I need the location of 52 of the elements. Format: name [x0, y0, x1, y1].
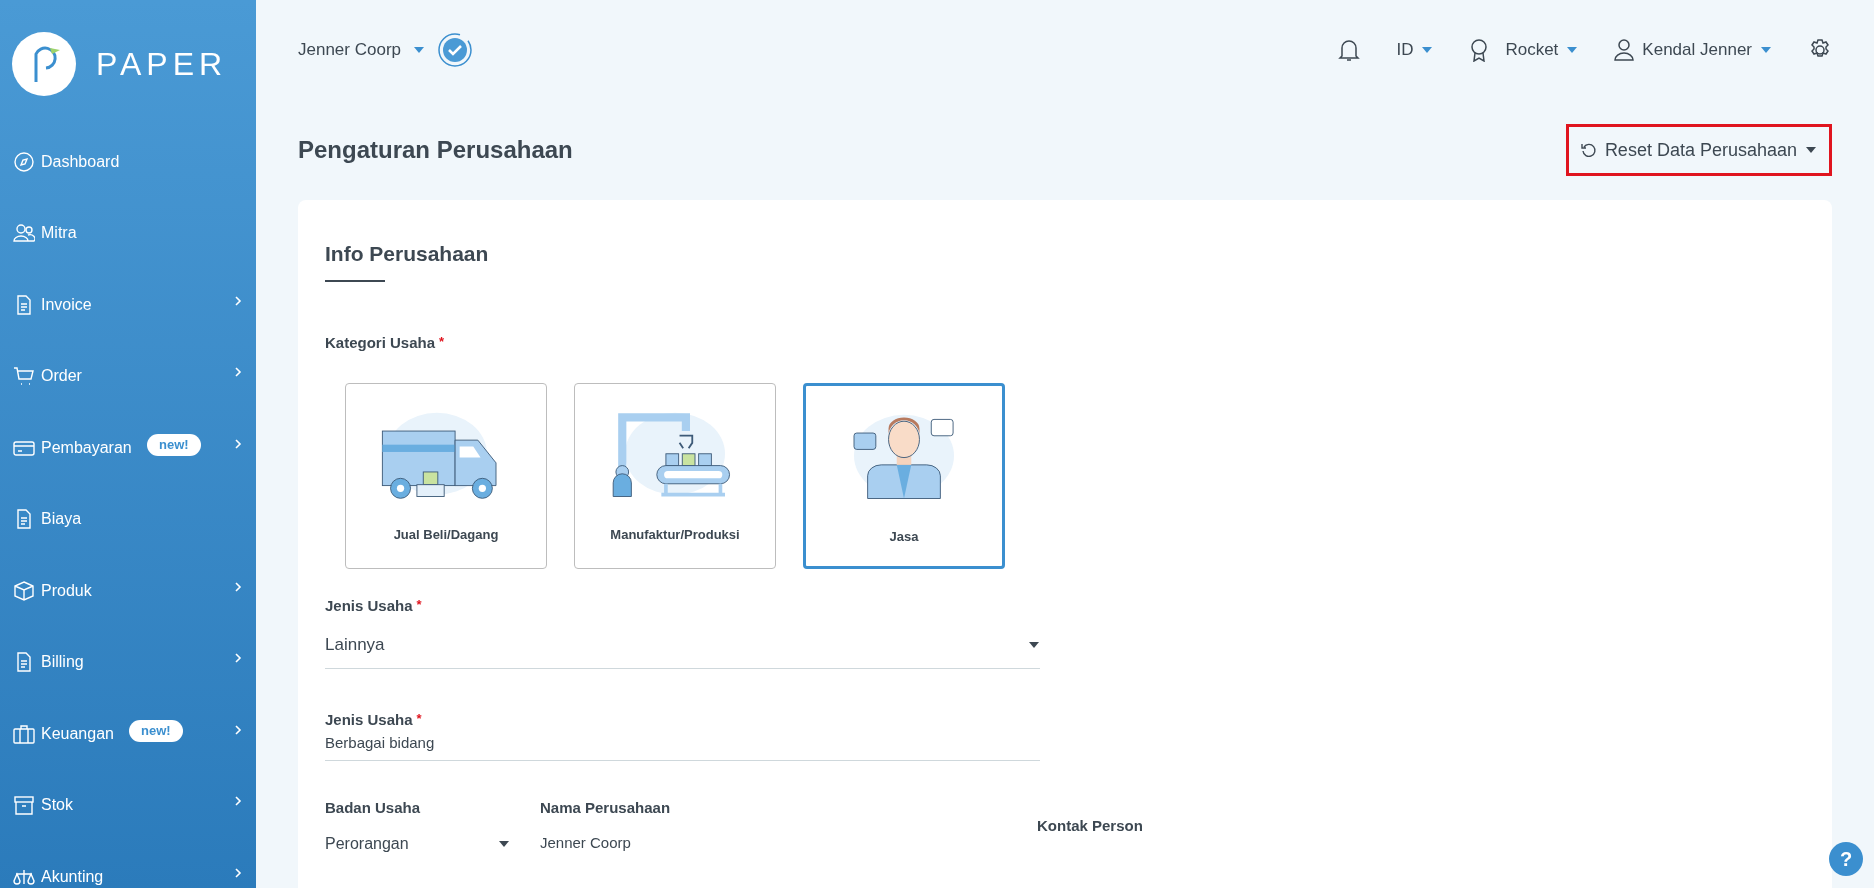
category-option[interactable]: Jual Beli/Dagang — [345, 382, 547, 569]
caret-icon — [1421, 46, 1434, 54]
field-label: Badan Usaha — [325, 798, 422, 818]
required-mark: * — [439, 334, 445, 349]
user-icon — [1614, 39, 1635, 61]
new-badge: new! — [147, 434, 201, 456]
reset-button[interactable]: Reset Data Perusahaan — [1565, 124, 1832, 176]
box-icon — [13, 579, 35, 602]
bell-icon[interactable] — [1338, 37, 1361, 63]
compass-icon — [13, 150, 35, 173]
section-title: Info Perusahaan — [325, 241, 490, 267]
verified-icon — [437, 32, 473, 68]
user-menu[interactable]: Kendal Jenner — [1614, 37, 1772, 63]
sidebar-item[interactable]: Keuangan new! — [0, 698, 256, 770]
sidebar-item[interactable]: Akunting — [0, 841, 256, 888]
sidebar-item[interactable]: Billing — [0, 626, 256, 698]
badge-icon — [1469, 38, 1490, 62]
field-label: Kontak Person — [1037, 816, 1143, 836]
company-selector[interactable]: Jenner Coorp — [298, 37, 425, 63]
field-label: Jenis Usaha * — [325, 595, 423, 616]
category-option[interactable]: Manufaktur/Produksi — [574, 382, 776, 569]
caret-icon — [1805, 146, 1817, 154]
briefcase-icon — [13, 722, 35, 745]
caret-icon — [498, 839, 510, 848]
caret-icon — [1760, 46, 1772, 54]
sidebar-item[interactable]: Pembayaran new! — [0, 412, 256, 484]
select-field[interactable]: Perorangan — [325, 831, 510, 856]
caret-icon — [1566, 46, 1579, 54]
page-title: Pengaturan Perusahaan — [298, 135, 573, 165]
category-option[interactable]: Jasa — [803, 382, 1005, 569]
archive-icon — [13, 794, 35, 817]
cart-icon — [13, 365, 35, 388]
sidebar-item[interactable]: Stok — [0, 769, 256, 841]
field-label: Nama Perusahaan — [540, 798, 672, 818]
plan-selector[interactable]: Rocket — [1469, 37, 1579, 63]
reset-icon — [1580, 142, 1597, 158]
caret-icon — [413, 46, 425, 54]
sidebar-item[interactable]: Produk — [0, 555, 256, 627]
required-mark: * — [416, 711, 422, 726]
logo-text: PAPER — [96, 44, 228, 84]
language-selector[interactable]: ID — [1396, 37, 1434, 63]
text-field[interactable]: Jenner Coorp — [540, 831, 1037, 856]
caret-icon — [1028, 640, 1040, 649]
field-label: Jenis Usaha * — [325, 710, 423, 730]
text-field[interactable]: Berbagai bidang — [325, 731, 1040, 761]
required-mark: * — [416, 596, 422, 612]
field-label: Kategori Usaha * — [325, 333, 446, 353]
select-field[interactable]: Lainnya — [325, 621, 1040, 669]
new-badge: new! — [129, 720, 183, 742]
sidebar-item[interactable]: Order — [0, 340, 256, 412]
sidebar-item[interactable]: Biaya — [0, 483, 256, 555]
people-icon — [13, 222, 35, 245]
